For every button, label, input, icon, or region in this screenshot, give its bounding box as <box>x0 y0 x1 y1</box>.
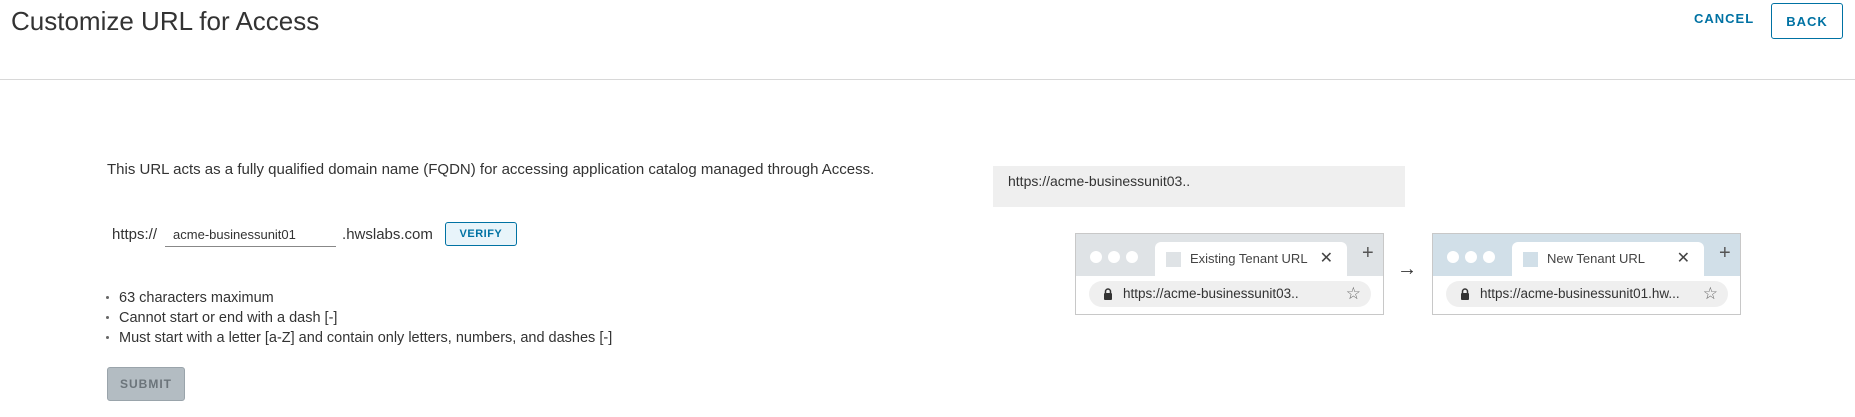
window-dots <box>1447 251 1495 263</box>
browser-tab: Existing Tenant URL ✕ <box>1155 242 1347 276</box>
url-prefix: https:// <box>112 225 158 243</box>
address-text: https://acme-businessunit01.hw... <box>1480 286 1680 301</box>
back-button[interactable]: BACK <box>1771 3 1843 39</box>
rule-item: Must start with a letter [a-Z] and conta… <box>106 328 612 348</box>
address-text: https://acme-businessunit03.. <box>1123 286 1299 301</box>
arrow-right-icon: → <box>1397 258 1417 280</box>
page-title: Customize URL for Access <box>11 6 320 36</box>
star-icon: ☆ <box>1702 284 1718 303</box>
star-icon: ☆ <box>1345 284 1361 303</box>
browser-tab: New Tenant URL ✕ <box>1512 242 1704 276</box>
address-bar: https://acme-businessunit01.hw... ☆ <box>1446 281 1728 307</box>
current-url-preview: https://acme-businessunit03.. <box>993 166 1405 207</box>
lock-icon <box>1104 288 1112 300</box>
rule-item: 63 characters maximum <box>106 288 612 308</box>
subdomain-input[interactable] <box>165 221 337 247</box>
tab-title: Existing Tenant URL <box>1190 251 1308 266</box>
favicon-icon <box>1523 252 1538 267</box>
page-header: Customize URL for Access CANCEL BACK <box>0 0 1855 80</box>
close-icon: ✕ <box>1319 250 1333 267</box>
existing-browser-mock: Existing Tenant URL ✕ + https://acme-bus… <box>1075 233 1384 315</box>
plus-icon: + <box>1362 242 1374 264</box>
plus-icon: + <box>1719 242 1731 264</box>
url-input-row: https:// .hwslabs.com VERIFY <box>112 220 517 248</box>
url-rules-list: 63 characters maximum Cannot start or en… <box>106 288 612 348</box>
favicon-icon <box>1166 252 1181 267</box>
cancel-button[interactable]: CANCEL <box>1694 11 1754 26</box>
submit-button[interactable]: SUBMIT <box>107 367 185 401</box>
address-bar: https://acme-businessunit03.. ☆ <box>1089 281 1371 307</box>
fqdn-description: This URL acts as a fully qualified domai… <box>107 161 875 178</box>
window-dots <box>1090 251 1138 263</box>
lock-icon <box>1461 288 1469 300</box>
close-icon: ✕ <box>1676 250 1690 267</box>
verify-button[interactable]: VERIFY <box>444 222 517 246</box>
new-browser-mock: New Tenant URL ✕ + https://acme-business… <box>1432 233 1741 315</box>
browser-tab-bar: Existing Tenant URL ✕ + <box>1076 234 1383 276</box>
rule-item: Cannot start or end with a dash [-] <box>106 308 612 328</box>
browser-tab-bar: New Tenant URL ✕ + <box>1433 234 1740 276</box>
url-suffix: .hwslabs.com <box>342 225 433 243</box>
tab-title: New Tenant URL <box>1547 251 1646 266</box>
